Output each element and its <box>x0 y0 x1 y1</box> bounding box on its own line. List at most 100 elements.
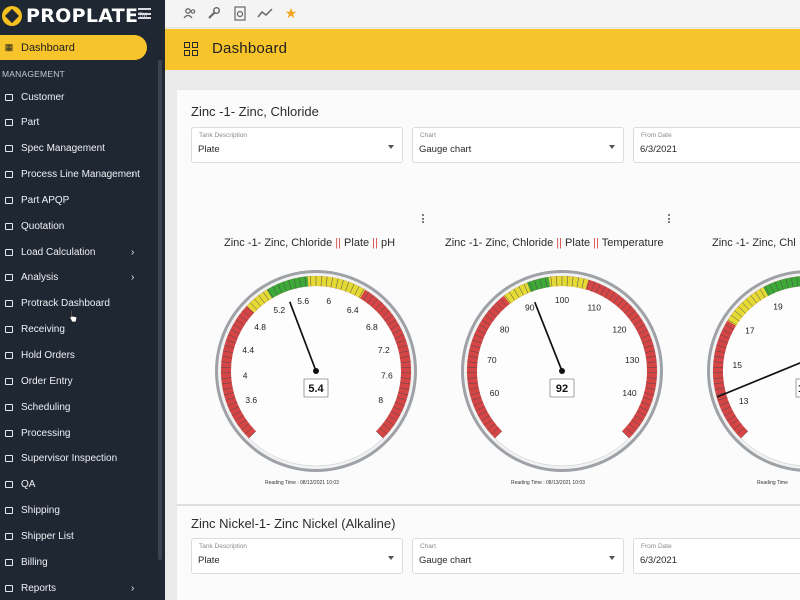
sidebar-item-dashboard[interactable]: ▦ Dashboard <box>0 35 147 60</box>
hamburger-menu-icon[interactable] <box>138 8 151 19</box>
sidebar-item-supervisor-inspection[interactable]: Supervisor Inspection <box>0 448 160 470</box>
mouse-cursor-icon <box>68 309 78 326</box>
dashboard-grid-icon <box>184 42 199 57</box>
sidebar-section-label: MANAGEMENT <box>2 69 65 79</box>
sidebar-item-reports[interactable]: Reports › <box>0 577 160 599</box>
tank-description-select[interactable]: Tank Description Plate <box>191 538 403 574</box>
gauge-inner-face <box>712 276 800 466</box>
gauge-title: Zinc -1- Zinc, Chloride || Plate || pH <box>224 237 396 249</box>
sidebar-item-label: Billing <box>21 556 48 568</box>
sidebar-item-receiving[interactable]: Receiving <box>0 319 160 341</box>
sidebar-item-part[interactable]: Part <box>0 112 160 134</box>
dollar-icon <box>4 557 14 567</box>
sidebar-item-shipper-list[interactable]: Shipper List <box>0 525 160 547</box>
page-header: Dashboard <box>165 29 800 70</box>
gauge-menu-icon[interactable] <box>421 214 425 226</box>
card-title: Zinc -1- Zinc, Chloride <box>191 104 319 119</box>
sidebar-item-label: Protrack Dashboard <box>21 298 110 310</box>
sidebar-item-order-entry[interactable]: Order Entry <box>0 370 160 392</box>
sidebar-item-label: Reports <box>21 582 57 594</box>
sidebar-item-label: Scheduling <box>21 401 71 413</box>
sidebar-item-label: Spec Management <box>21 143 105 155</box>
chevron-down-icon <box>609 145 615 149</box>
gauge-value: 5.4 <box>308 383 324 395</box>
field-value: Gauge chart <box>419 144 472 155</box>
sidebar-item-label: Quotation <box>21 220 65 232</box>
sidebar-item-part-apqp[interactable]: Part APQP <box>0 189 160 211</box>
tank-description-select[interactable]: Tank Description Plate <box>191 127 403 163</box>
tools-icon[interactable] <box>205 4 223 22</box>
from-date-field[interactable]: From Date 6/3/2021 <box>633 127 800 163</box>
gauge-tick-label: 90 <box>525 303 535 313</box>
sidebar-item-label: QA <box>21 479 36 491</box>
sidebar-item-hold-orders[interactable]: Hold Orders <box>0 345 160 367</box>
chart-select[interactable]: Chart Gauge chart <box>412 127 624 163</box>
sidebar-item-label: Supervisor Inspection <box>21 453 118 465</box>
chevron-right-icon: › <box>131 272 135 284</box>
field-value: Plate <box>198 555 220 566</box>
gauge-tick-label: 6.4 <box>347 305 359 315</box>
star-icon[interactable]: ★ <box>282 4 300 22</box>
gauge-needle-hub <box>559 368 565 374</box>
gauge-title: Zinc -1- Zinc, Chl <box>712 237 796 249</box>
field-label: Tank Description <box>199 543 248 550</box>
gauge-tick-label: 17 <box>745 325 755 335</box>
inspect-icon <box>4 454 14 464</box>
sidebar-item-analysis[interactable]: Analysis › <box>0 267 160 289</box>
gauge-menu-icon[interactable] <box>667 214 671 226</box>
tank-card: Zinc Nickel-1- Zinc Nickel (Alkaline) Ta… <box>177 504 800 600</box>
gauge-needle-hub <box>313 368 319 374</box>
gauge-tick-label: 130 <box>625 355 639 365</box>
field-label: From Date <box>641 132 672 139</box>
sidebar-item-label: Part APQP <box>21 194 70 206</box>
sidebar-item-customer[interactable]: Customer <box>0 86 160 108</box>
gauge-tick-label: 110 <box>587 303 601 313</box>
gauge-value: 92 <box>556 383 568 395</box>
document-gear-icon[interactable] <box>231 4 249 22</box>
reading-time: Reading Time : 08/13/2021 10:03 <box>265 480 339 486</box>
chart-select[interactable]: Chart Gauge chart <box>412 538 624 574</box>
gauge-title: Zinc -1- Zinc, Chloride || Plate || Temp… <box>445 237 664 249</box>
sidebar-item-label: Hold Orders <box>21 350 75 361</box>
field-label: Chart <box>420 132 436 139</box>
processing-icon <box>4 428 14 438</box>
arrow-icon <box>4 325 14 335</box>
sidebar-item-billing[interactable]: Billing <box>0 551 160 573</box>
pause-icon <box>4 351 14 361</box>
dashboard-icon: ▦ <box>4 42 14 52</box>
truck-icon <box>4 506 14 516</box>
sidebar-item-scheduling[interactable]: Scheduling <box>0 396 160 418</box>
gauge-tick-label: 4.8 <box>254 322 266 332</box>
field-label: From Date <box>641 543 672 550</box>
sidebar-item-shipping[interactable]: Shipping <box>0 500 160 522</box>
trend-icon[interactable] <box>256 4 274 22</box>
sidebar-item-qa[interactable]: QA <box>0 474 160 496</box>
chevron-right-icon: › <box>131 169 135 181</box>
field-label: Chart <box>420 543 436 550</box>
sidebar-item-spec-management[interactable]: Spec Management <box>0 138 160 160</box>
monitor-icon <box>4 299 14 309</box>
sidebar-item-label: Shipping <box>21 505 60 517</box>
bars-icon <box>4 144 14 154</box>
from-date-field[interactable]: From Date 6/3/2021 <box>633 538 800 574</box>
sidebar-item-protrack-dashboard[interactable]: Protrack Dashboard <box>0 293 160 315</box>
sidebar-item-load-calculation[interactable]: Load Calculation › <box>0 241 160 263</box>
field-value: 6/3/2021 <box>640 555 677 566</box>
calendar-icon <box>4 402 14 412</box>
gauge-tick-label: 6 <box>326 296 331 306</box>
sidebar-item-label: Dashboard <box>21 41 75 54</box>
users-icon[interactable] <box>181 4 199 22</box>
sidebar-item-quotation[interactable]: Quotation <box>0 215 160 237</box>
sidebar-item-process-line-management[interactable]: Process Line Management › <box>0 164 160 186</box>
sidebar: PROPLATE TM ▦ Dashboard MANAGEMENT Custo… <box>0 0 165 600</box>
gauge-tick-label: 80 <box>500 324 510 334</box>
sidebar-item-processing[interactable]: Processing <box>0 422 160 444</box>
sidebar-scrollbar[interactable] <box>158 60 162 560</box>
gauge-tick-label: 6.8 <box>366 322 378 332</box>
field-value: Gauge chart <box>419 555 472 566</box>
quote-icon <box>4 221 14 231</box>
logo-icon <box>2 6 22 26</box>
analysis-icon <box>4 273 14 283</box>
page-title: Dashboard <box>212 40 288 57</box>
gauge-tick-label: 4.4 <box>242 345 254 355</box>
